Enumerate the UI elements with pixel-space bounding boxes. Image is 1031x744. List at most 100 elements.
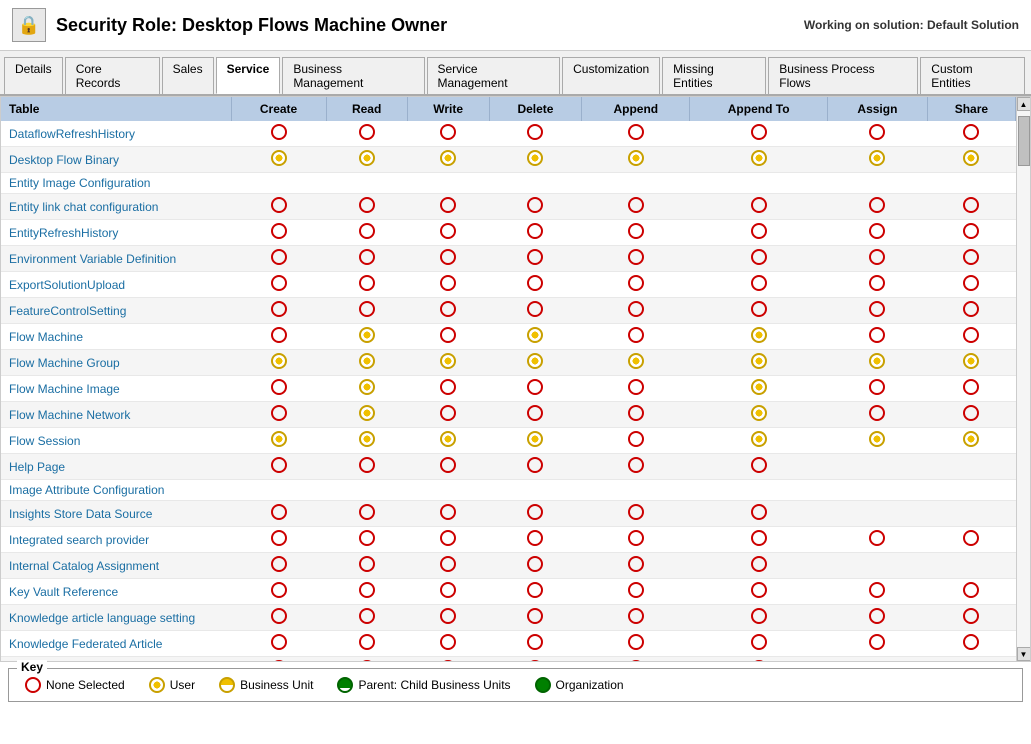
cell-delete[interactable] (489, 350, 582, 376)
cell-create[interactable] (231, 454, 326, 480)
icon-none[interactable] (628, 457, 644, 473)
cell-delete[interactable] (489, 376, 582, 402)
cell-write[interactable] (407, 454, 489, 480)
cell-create[interactable] (231, 579, 326, 605)
icon-half[interactable] (359, 379, 375, 395)
cell-create[interactable] (231, 147, 326, 173)
icon-none[interactable] (527, 197, 543, 213)
icon-none[interactable] (271, 405, 287, 421)
icon-none[interactable] (359, 197, 375, 213)
icon-half[interactable] (963, 150, 979, 166)
tab-details[interactable]: Details (4, 57, 63, 94)
cell-delete[interactable] (489, 501, 582, 527)
cell-append-to[interactable] (690, 220, 828, 246)
icon-none[interactable] (527, 457, 543, 473)
icon-half[interactable] (527, 353, 543, 369)
cell-write[interactable] (407, 246, 489, 272)
cell-share[interactable] (927, 553, 1015, 579)
icon-none[interactable] (628, 379, 644, 395)
icon-half[interactable] (271, 150, 287, 166)
icon-none[interactable] (359, 249, 375, 265)
icon-none[interactable] (527, 634, 543, 650)
cell-create[interactable] (231, 501, 326, 527)
icon-none[interactable] (751, 634, 767, 650)
icon-none[interactable] (869, 301, 885, 317)
icon-none[interactable] (271, 249, 287, 265)
cell-write[interactable] (407, 350, 489, 376)
cell-share[interactable] (927, 527, 1015, 553)
icon-none[interactable] (751, 504, 767, 520)
cell-share[interactable] (927, 324, 1015, 350)
icon-none[interactable] (963, 634, 979, 650)
icon-none[interactable] (963, 608, 979, 624)
cell-share[interactable] (927, 194, 1015, 220)
icon-half[interactable] (751, 353, 767, 369)
icon-none[interactable] (869, 379, 885, 395)
icon-half[interactable] (440, 353, 456, 369)
icon-none[interactable] (869, 249, 885, 265)
cell-append-to[interactable] (690, 579, 828, 605)
icon-none[interactable] (869, 275, 885, 291)
icon-half[interactable] (359, 353, 375, 369)
cell-write[interactable] (407, 173, 489, 194)
cell-share[interactable] (927, 350, 1015, 376)
icon-none[interactable] (628, 197, 644, 213)
cell-append-to[interactable] (690, 173, 828, 194)
cell-assign[interactable] (828, 121, 928, 147)
icon-none[interactable] (440, 327, 456, 343)
icon-none[interactable] (963, 124, 979, 140)
icon-none[interactable] (271, 504, 287, 520)
cell-append[interactable] (582, 428, 690, 454)
cell-append[interactable] (582, 194, 690, 220)
cell-read[interactable] (326, 147, 407, 173)
icon-none[interactable] (271, 582, 287, 598)
tab-sales[interactable]: Sales (162, 57, 214, 94)
icon-none[interactable] (527, 124, 543, 140)
cell-share[interactable] (927, 246, 1015, 272)
icon-none[interactable] (359, 275, 375, 291)
cell-delete[interactable] (489, 553, 582, 579)
cell-share[interactable] (927, 402, 1015, 428)
icon-none[interactable] (963, 582, 979, 598)
tab-service-management[interactable]: Service Management (427, 57, 561, 94)
icon-none[interactable] (628, 431, 644, 447)
cell-read[interactable] (326, 220, 407, 246)
row-name[interactable]: Image Attribute Configuration (1, 480, 231, 501)
cell-write[interactable] (407, 605, 489, 631)
cell-delete[interactable] (489, 147, 582, 173)
cell-append-to[interactable] (690, 480, 828, 501)
cell-read[interactable] (326, 121, 407, 147)
icon-half[interactable] (271, 431, 287, 447)
cell-write[interactable] (407, 147, 489, 173)
cell-share[interactable] (927, 173, 1015, 194)
icon-none[interactable] (628, 249, 644, 265)
cell-read[interactable] (326, 173, 407, 194)
icon-none[interactable] (527, 223, 543, 239)
cell-share[interactable] (927, 428, 1015, 454)
cell-write[interactable] (407, 527, 489, 553)
icon-none[interactable] (963, 405, 979, 421)
tab-customization[interactable]: Customization (562, 57, 660, 94)
icon-none[interactable] (527, 249, 543, 265)
icon-none[interactable] (359, 556, 375, 572)
row-name[interactable]: Help Page (1, 454, 231, 480)
cell-read[interactable] (326, 324, 407, 350)
icon-half[interactable] (751, 405, 767, 421)
cell-append-to[interactable] (690, 605, 828, 631)
cell-delete[interactable] (489, 324, 582, 350)
icon-none[interactable] (359, 582, 375, 598)
cell-share[interactable] (927, 657, 1015, 662)
icon-none[interactable] (751, 197, 767, 213)
icon-none[interactable] (628, 405, 644, 421)
cell-append-to[interactable] (690, 631, 828, 657)
cell-read[interactable] (326, 631, 407, 657)
cell-delete[interactable] (489, 298, 582, 324)
cell-assign[interactable] (828, 194, 928, 220)
cell-delete[interactable] (489, 246, 582, 272)
row-name[interactable]: Flow Machine Group (1, 350, 231, 376)
icon-none[interactable] (440, 582, 456, 598)
cell-assign[interactable] (828, 527, 928, 553)
cell-read[interactable] (326, 579, 407, 605)
cell-create[interactable] (231, 246, 326, 272)
cell-create[interactable] (231, 402, 326, 428)
